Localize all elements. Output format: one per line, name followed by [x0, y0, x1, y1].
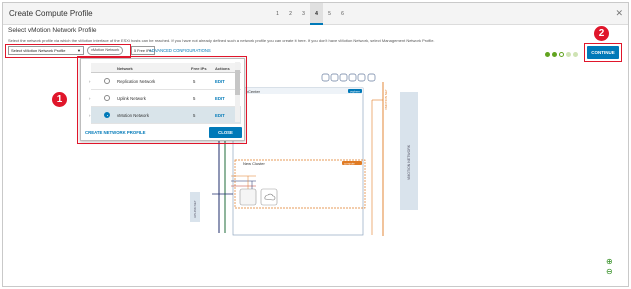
annotation-box-popup: [77, 56, 247, 144]
advanced-configurations-link[interactable]: ADVANCED CONFIGURATIONS: [149, 46, 211, 55]
dialog-title: Create Compute Profile: [9, 9, 93, 18]
zoom-in-icon[interactable]: ⊕: [606, 257, 613, 266]
progress-indicator: [545, 52, 578, 57]
wizard-step-2[interactable]: 2: [284, 3, 297, 25]
annotation-callout-1: 1: [52, 92, 67, 107]
wizard-step-5[interactable]: 5: [323, 3, 336, 25]
progress-dot: [566, 52, 571, 57]
progress-dot: [552, 52, 557, 57]
wizard-step-3[interactable]: 3: [297, 3, 310, 25]
wizard-step-4[interactable]: 4: [310, 3, 323, 25]
wizard-steps: 1 2 3 4 5 6: [271, 3, 349, 25]
zoom-out-icon[interactable]: ⊖: [606, 267, 613, 276]
annotation-box-continue: [584, 43, 622, 62]
progress-dot: [545, 52, 550, 57]
section-description: Select the network profile via which the…: [8, 38, 435, 43]
wizard-step-6[interactable]: 6: [336, 3, 349, 25]
section-title: Select vMotion Network Profile: [8, 27, 97, 34]
dialog-titlebar: Create Compute Profile 1 2 3 4 5 6 ✕: [3, 3, 628, 25]
wizard-step-1[interactable]: 1: [271, 3, 284, 25]
progress-dot: [573, 52, 578, 57]
annotation-callout-2: 2: [594, 26, 609, 41]
progress-dot: [559, 52, 564, 57]
close-icon[interactable]: ✕: [615, 8, 623, 19]
